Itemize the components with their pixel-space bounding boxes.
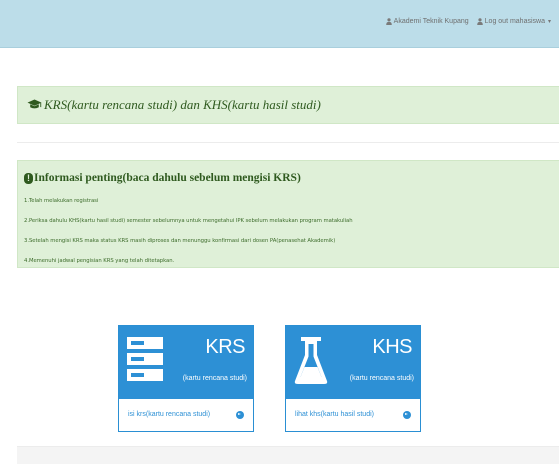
view-khs-link[interactable]: lihat khs(kartu hasil studi) — [295, 411, 374, 418]
khs-card-subtitle: (kartu rencana studi) — [349, 375, 414, 382]
info-item: 4.Memenuhi jadwal pengisian KRS yang tel… — [24, 258, 175, 264]
navbar-links: Akademi Teknik Kupang Log out mahasiswa … — [385, 18, 551, 25]
arrow-circle-right-icon[interactable] — [403, 411, 411, 419]
flask-icon — [294, 337, 328, 384]
arrow-circle-right-icon[interactable] — [236, 411, 244, 419]
khs-card-header: KHS (kartu rencana studi) — [286, 326, 420, 399]
section-divider — [17, 142, 559, 143]
info-heading: ! Informasi penting(baca dahulu sebelum … — [24, 172, 301, 184]
krs-card-header: KRS (kartu rencana studi) — [119, 326, 253, 399]
user-icon — [385, 18, 392, 25]
institution-user-link[interactable]: Akademi Teknik Kupang — [385, 18, 469, 25]
caret-down-icon: ▾ — [547, 19, 551, 25]
khs-card-title: KHS — [372, 336, 412, 358]
institution-user-label: Akademi Teknik Kupang — [393, 18, 469, 25]
fill-krs-link[interactable]: isi krs(kartu rencana studi) — [128, 411, 210, 418]
khs-card-footer[interactable]: lihat khs(kartu hasil studi) — [286, 399, 420, 431]
important-info-panel: ! Informasi penting(baca dahulu sebelum … — [17, 160, 559, 268]
user-icon — [476, 18, 483, 25]
khs-card[interactable]: KHS (kartu rencana studi) lihat khs(kart… — [285, 325, 421, 432]
info-item: 1.Telah melakukan registrasi — [24, 198, 99, 204]
page-title: KRS(kartu rencana studi) dan KHS(kartu h… — [44, 97, 321, 112]
krs-card-title: KRS — [205, 336, 245, 358]
server-list-icon — [127, 337, 163, 381]
info-heading-text: Informasi penting(baca dahulu sebelum me… — [34, 172, 301, 184]
exclamation-icon: ! — [24, 172, 33, 184]
footer-bar — [17, 446, 559, 464]
krs-card-subtitle: (kartu rencana studi) — [182, 375, 247, 382]
info-item: 2.Periksa dahulu KHS(kartu hasil studi) … — [24, 218, 353, 224]
krs-card[interactable]: KRS (kartu rencana studi) isi krs(kartu … — [118, 325, 254, 432]
top-navbar: Akademi Teknik Kupang Log out mahasiswa … — [0, 0, 559, 48]
krs-card-footer[interactable]: isi krs(kartu rencana studi) — [119, 399, 253, 431]
page-title-panel: KRS(kartu rencana studi) dan KHS(kartu h… — [17, 86, 559, 124]
graduation-cap-icon — [27, 99, 42, 109]
logout-dropdown[interactable]: Log out mahasiswa ▾ — [476, 18, 551, 25]
logout-label: Log out mahasiswa — [484, 18, 545, 25]
info-item: 3.Setelah mengisi KRS maka status KRS ma… — [24, 238, 336, 244]
